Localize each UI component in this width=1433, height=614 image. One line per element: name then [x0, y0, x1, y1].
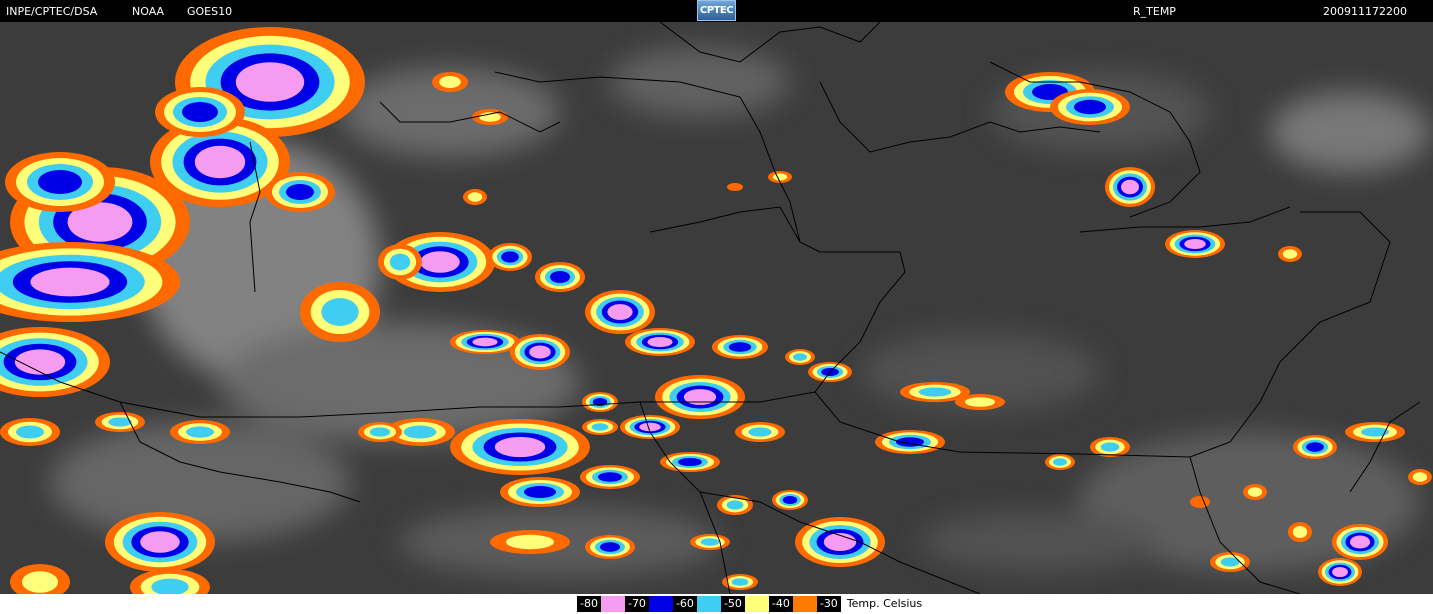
- cloud-top-region: [529, 345, 551, 359]
- cloud-top-region: [389, 253, 411, 271]
- cloud-top-region: [1074, 99, 1106, 115]
- cloud-top-region: [467, 192, 483, 202]
- cloud-top-region: [321, 298, 359, 326]
- cloud-top-region: [607, 304, 633, 320]
- legend-item: -40: [768, 596, 817, 612]
- cloud-top-region: [494, 436, 546, 458]
- cloud-top-region: [683, 389, 717, 405]
- cloud-top-region: [1292, 526, 1308, 538]
- cloud-top-region: [1332, 566, 1348, 578]
- cloud-top-region: [678, 458, 702, 466]
- legend-swatch: [696, 596, 721, 612]
- cloud-top-region: [439, 76, 461, 88]
- cloud-top-region: [30, 267, 110, 297]
- datetime-label: 200911172200: [1323, 5, 1407, 18]
- legend-unit: Temp. Celsius: [846, 597, 923, 610]
- legend-swatch: [648, 596, 673, 612]
- cloud-top-region: [22, 571, 58, 593]
- cloud-top-region: [186, 426, 214, 438]
- legend-swatch: [792, 596, 817, 612]
- cloud-top-region: [194, 145, 246, 179]
- temperature-legend: -80 -70 -60 -50 -40 -30 Temp. Celsius: [577, 596, 922, 612]
- cloud-top-region: [1053, 458, 1067, 466]
- cloud-top-region: [550, 271, 570, 283]
- cloud-top-region: [16, 425, 44, 439]
- cloud-top-region: [1282, 249, 1298, 259]
- cloud-top-region: [965, 397, 995, 407]
- cloud-top-region: [506, 534, 554, 550]
- legend-label: -40: [768, 596, 793, 612]
- cloud-top-region: [472, 337, 498, 347]
- cloud-top-region: [524, 486, 556, 498]
- legend-swatch: [600, 596, 625, 612]
- cloud-top-region: [1349, 535, 1371, 549]
- cloud-top-region: [369, 427, 391, 437]
- cloud-top-region: [639, 422, 661, 432]
- cloud-top-region: [1121, 179, 1139, 195]
- logo-text: CPTEC: [699, 5, 734, 16]
- legend-label: -80: [577, 596, 601, 612]
- cptec-logo: CPTEC: [697, 0, 736, 21]
- cloud-top-region: [793, 353, 807, 361]
- cloud-top-region: [647, 336, 673, 348]
- cloud-top-region: [600, 542, 620, 552]
- legend-label: -50: [720, 596, 745, 612]
- legend-item: -60: [672, 596, 721, 612]
- legend-label: -30: [816, 596, 841, 612]
- cloud-top-region: [1412, 472, 1428, 482]
- cloud-top-region: [1247, 487, 1263, 497]
- header-bar: INPE/CPTEC/DSA NOAA GOES10 CPTEC R_TEMP …: [0, 0, 1433, 22]
- legend-label: -60: [672, 596, 697, 612]
- legend-item: -50: [720, 596, 769, 612]
- legend-label: -70: [624, 596, 649, 612]
- cloud-top-region: [726, 500, 744, 510]
- cloud-top-region: [1306, 442, 1324, 452]
- cloud-top-region: [14, 349, 66, 375]
- cloud-top-region: [140, 531, 180, 553]
- cloud-top-region: [182, 102, 218, 122]
- cloud-top-region: [772, 173, 788, 181]
- cloud-top-region: [728, 342, 752, 352]
- cloud-top-region: [501, 251, 519, 263]
- agency-label: INPE/CPTEC/DSA: [6, 5, 98, 18]
- provider-label: NOAA: [132, 5, 165, 18]
- cloud-top-region: [235, 62, 305, 102]
- cloud-top-region: [403, 425, 437, 439]
- cloud-top-region: [1100, 442, 1120, 452]
- cloud-top-region: [286, 184, 314, 200]
- legend-item: -80: [577, 596, 625, 612]
- cloud-top-region: [731, 578, 749, 586]
- cloud-top-region: [782, 496, 798, 504]
- legend-item: -30: [816, 596, 841, 612]
- cloud-top-region: [1190, 496, 1210, 508]
- cloud-top-region: [591, 423, 609, 431]
- satellite-image: [0, 22, 1433, 594]
- cloud-top-region: [700, 538, 720, 546]
- cloud-top-region: [918, 387, 952, 397]
- cloud-top-region: [1184, 238, 1206, 250]
- legend-swatch: [744, 596, 769, 612]
- cloud-top-region: [748, 427, 772, 437]
- cloud-top-region: [727, 183, 743, 191]
- satellite-label: GOES10: [187, 5, 233, 18]
- cloud-top-region: [420, 251, 460, 273]
- legend-item: -70: [624, 596, 673, 612]
- cloud-top-region: [38, 170, 82, 194]
- product-label: R_TEMP: [1133, 5, 1176, 18]
- cloud-top-region: [598, 472, 622, 482]
